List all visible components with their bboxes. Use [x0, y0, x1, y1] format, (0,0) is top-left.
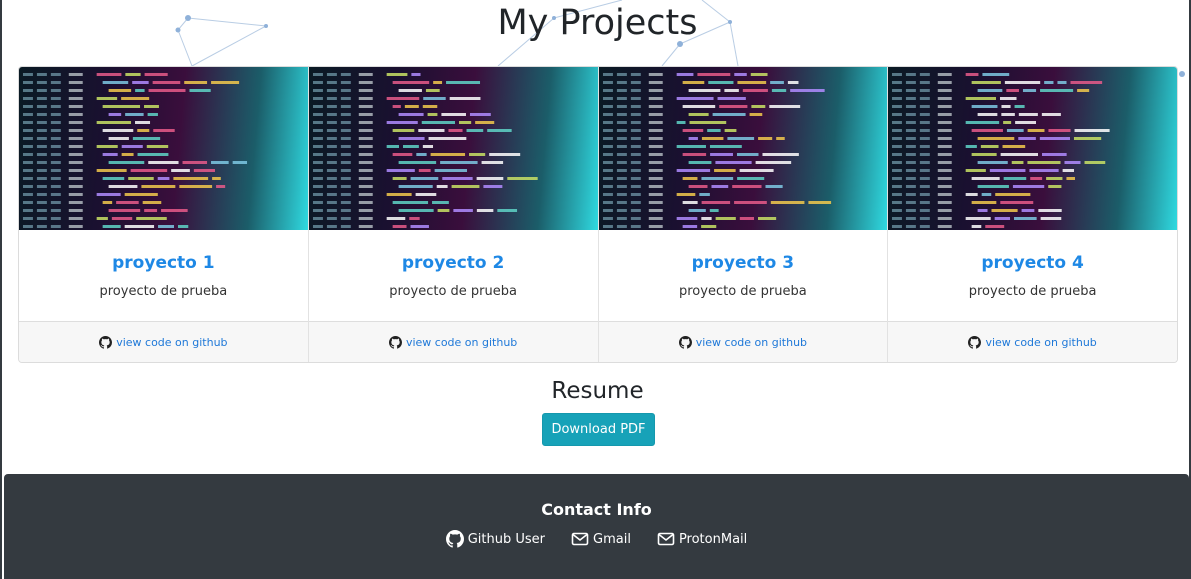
project-description: proyecto de prueba [968, 284, 1097, 299]
github-icon [968, 335, 982, 349]
project-description: proyecto de prueba [99, 284, 228, 299]
github-link[interactable]: view code on github [116, 336, 227, 349]
project-card: proyecto 3 proyecto de prueba view code … [598, 67, 889, 362]
project-card: proyecto 4 proyecto de prueba view code … [888, 67, 1177, 362]
protonmail-link[interactable]: ProtonMail [657, 530, 747, 548]
project-title[interactable]: proyecto 1 [19, 253, 308, 273]
page-title: My Projects [497, 3, 698, 43]
project-card-footer: view code on github [598, 321, 888, 362]
project-card: proyecto 1 proyecto de prueba view code … [19, 67, 309, 362]
github-icon [678, 335, 692, 349]
github-icon [445, 530, 464, 548]
gmail-link[interactable]: Gmail [571, 530, 631, 548]
project-image [19, 67, 308, 230]
project-description: proyecto de prueba [679, 284, 807, 299]
project-title[interactable]: proyecto 3 [599, 253, 888, 273]
footer-title: Contact Info [541, 500, 652, 519]
project-card-body: proyecto 1 proyecto de prueba [19, 230, 308, 321]
github-icon [388, 335, 402, 349]
project-image [308, 67, 598, 230]
project-card-footer: view code on github [19, 321, 308, 362]
protonmail-label: ProtonMail [678, 531, 748, 547]
project-card: proyecto 2 proyecto de prueba view code … [308, 67, 599, 362]
github-user-link[interactable]: Github User [445, 530, 545, 548]
envelope-icon [571, 532, 589, 546]
project-description: proyecto de prueba [389, 284, 517, 299]
project-title[interactable]: proyecto 4 [888, 253, 1177, 273]
download-pdf-button[interactable]: Download PDF [542, 413, 655, 446]
envelope-icon [657, 532, 675, 546]
project-card-body: proyecto 2 proyecto de prueba [309, 230, 598, 321]
project-image [598, 67, 888, 230]
project-card-footer: view code on github [308, 321, 598, 362]
project-image [888, 67, 1177, 230]
github-icon [99, 335, 113, 349]
project-card-body: proyecto 3 proyecto de prueba [599, 230, 888, 321]
project-card-body: proyecto 4 proyecto de prueba [888, 230, 1177, 321]
github-link[interactable]: view code on github [696, 336, 807, 349]
gmail-label: Gmail [593, 531, 631, 547]
footer-links: Github User Gmail ProtonMail [4, 530, 1189, 548]
project-title[interactable]: proyecto 2 [309, 253, 598, 273]
resume-title: Resume [551, 378, 644, 404]
github-user-label: Github User [467, 531, 545, 547]
footer: Contact Info Github User Gmail ProtonMai… [4, 474, 1189, 579]
github-link[interactable]: view code on github [406, 336, 517, 349]
projects-card-group: proyecto 1 proyecto de prueba view code … [18, 66, 1178, 363]
project-card-footer: view code on github [888, 321, 1177, 362]
github-link[interactable]: view code on github [985, 336, 1096, 349]
